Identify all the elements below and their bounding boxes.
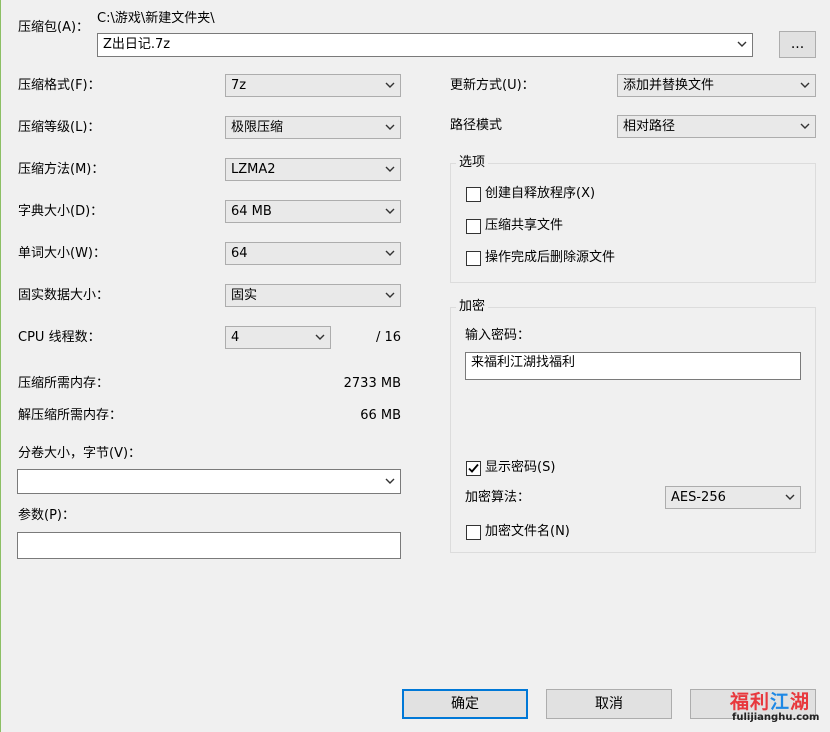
encrypt-names-checkbox[interactable] xyxy=(466,525,481,540)
word-value: 64 xyxy=(231,246,248,261)
mem-compress-label: 压缩所需内存： xyxy=(18,376,110,391)
method-label: 压缩方法(M)： xyxy=(18,162,105,177)
format-label: 压缩格式(F)： xyxy=(18,78,101,93)
archive-label: 压缩包(A)： xyxy=(18,20,90,35)
sfx-label: 创建自释放程序(X) xyxy=(485,186,596,201)
solid-select[interactable]: 固实 xyxy=(225,284,401,307)
enc-method-label: 加密算法： xyxy=(465,490,531,505)
chevron-down-icon xyxy=(385,292,395,298)
browse-button[interactable]: ... xyxy=(779,31,816,58)
level-label: 压缩等级(L)： xyxy=(18,120,101,135)
method-value: LZMA2 xyxy=(231,162,276,177)
word-label: 单词大小(W)： xyxy=(18,246,106,261)
enc-method-value: AES-256 xyxy=(671,490,726,505)
pathmode-value: 相对路径 xyxy=(623,119,676,134)
password-input[interactable]: 来福利江湖找福利 xyxy=(465,352,801,380)
watermark-logo: 福利江湖 xyxy=(730,691,811,713)
cancel-button[interactable]: 取消 xyxy=(546,689,672,719)
shared-label: 压缩共享文件 xyxy=(485,218,564,233)
mem-compress-value: 2733 MB xyxy=(343,376,401,391)
chevron-down-icon xyxy=(385,166,395,172)
chevron-down-icon xyxy=(800,123,810,129)
volume-combo[interactable] xyxy=(17,469,401,494)
password-label: 输入密码： xyxy=(465,328,531,343)
update-label: 更新方式(U)： xyxy=(450,78,535,93)
format-value: 7z xyxy=(231,78,247,93)
mem-decompress-value: 66 MB xyxy=(360,408,401,423)
archive-name-value: Z出日记.7z xyxy=(103,37,171,52)
archive-name-combo[interactable]: Z出日记.7z xyxy=(97,33,753,57)
chevron-down-icon xyxy=(800,82,810,88)
chevron-down-icon xyxy=(385,82,395,88)
pathmode-select[interactable]: 相对路径 xyxy=(617,115,816,138)
level-select[interactable]: 极限压缩 xyxy=(225,116,401,139)
mem-decompress-label: 解压缩所需内存： xyxy=(18,408,123,423)
shared-checkbox[interactable] xyxy=(466,219,481,234)
window-left-edge xyxy=(0,0,1,732)
delete-label: 操作完成后删除源文件 xyxy=(485,250,616,265)
archive-path: C:\游戏\新建文件夹\ xyxy=(97,11,215,26)
chevron-down-icon xyxy=(385,208,395,214)
chevron-down-icon xyxy=(785,494,795,500)
chevron-down-icon xyxy=(385,250,395,256)
update-value: 添加并替换文件 xyxy=(623,78,715,93)
chevron-down-icon xyxy=(385,124,395,130)
solid-value: 固实 xyxy=(231,288,258,303)
show-password-label: 显示密码(S) xyxy=(485,460,556,475)
encrypt-names-label: 加密文件名(N) xyxy=(485,524,570,539)
dict-select[interactable]: 64 MB xyxy=(225,200,401,223)
threads-select[interactable]: 4 xyxy=(225,326,331,349)
threads-max: / 16 xyxy=(375,330,401,345)
params-label: 参数(P)： xyxy=(18,508,75,523)
update-select[interactable]: 添加并替换文件 xyxy=(617,74,816,97)
show-password-checkbox[interactable] xyxy=(466,461,481,476)
word-select[interactable]: 64 xyxy=(225,242,401,265)
level-value: 极限压缩 xyxy=(231,120,284,135)
chevron-down-icon xyxy=(385,478,395,484)
options-title: 选项 xyxy=(456,155,489,171)
delete-checkbox[interactable] xyxy=(466,251,481,266)
dict-value: 64 MB xyxy=(231,204,272,219)
checkmark-icon xyxy=(468,463,479,473)
volume-label: 分卷大小，字节(V)： xyxy=(18,446,142,461)
params-input[interactable] xyxy=(17,532,401,559)
watermark-url: fulijianghu.com xyxy=(732,712,820,723)
chevron-down-icon xyxy=(737,41,747,47)
pathmode-label: 路径模式 xyxy=(450,118,503,133)
threads-value: 4 xyxy=(231,330,240,345)
chevron-down-icon xyxy=(315,334,325,340)
encryption-title: 加密 xyxy=(456,299,489,315)
dict-label: 字典大小(D)： xyxy=(18,204,104,219)
solid-label: 固实数据大小： xyxy=(18,288,110,303)
format-select[interactable]: 7z xyxy=(225,74,401,97)
method-select[interactable]: LZMA2 xyxy=(225,158,401,181)
threads-label: CPU 线程数： xyxy=(18,330,101,345)
sfx-checkbox[interactable] xyxy=(466,187,481,202)
ok-button[interactable]: 确定 xyxy=(402,689,528,719)
enc-method-select[interactable]: AES-256 xyxy=(665,486,801,509)
